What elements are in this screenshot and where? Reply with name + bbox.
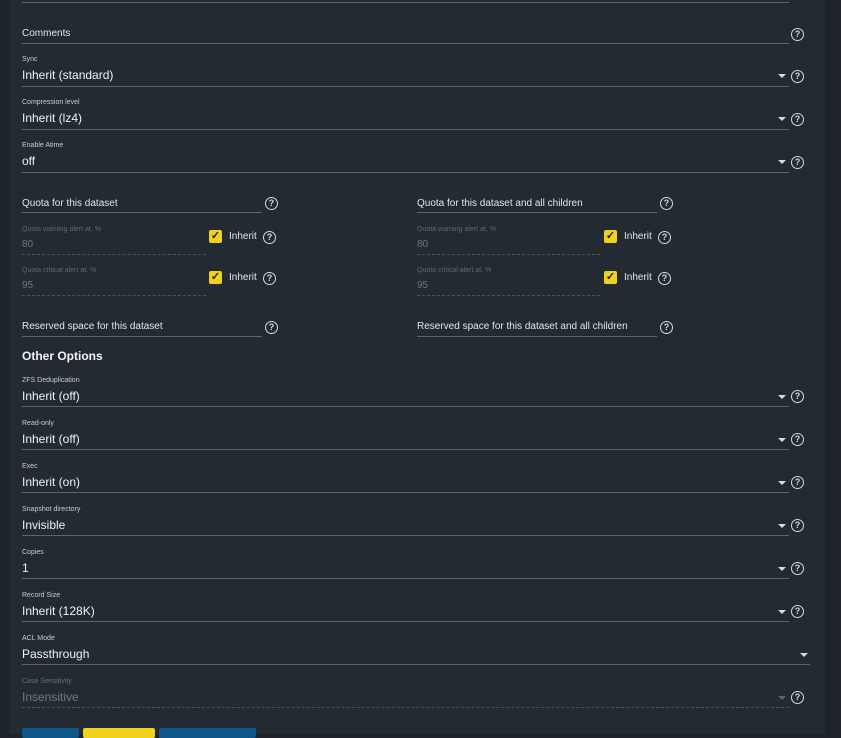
readonly-underline bbox=[22, 449, 789, 450]
dedup-label: ZFS Deduplication bbox=[22, 377, 80, 384]
sync-underline bbox=[22, 86, 789, 87]
help-icon[interactable]: ? bbox=[263, 231, 276, 244]
quota-dataset-label: Quota for this dataset bbox=[22, 198, 118, 209]
exec-label: Exec bbox=[22, 463, 38, 470]
help-icon[interactable]: ? bbox=[791, 433, 804, 446]
help-icon[interactable]: ? bbox=[791, 113, 804, 126]
reserved-children-input[interactable] bbox=[417, 336, 657, 337]
inherit-checkbox[interactable]: ✓ bbox=[604, 271, 617, 284]
aclmode-label: ACL Mode bbox=[22, 635, 55, 642]
casesens-select: Insensitive bbox=[22, 690, 79, 704]
exec-underline bbox=[22, 492, 789, 493]
quota-warning-label: Quota warning alert at, % bbox=[22, 226, 101, 233]
dedup-select[interactable]: Inherit (off) bbox=[22, 389, 80, 403]
reserved-children-label: Reserved space for this dataset and all … bbox=[417, 321, 628, 332]
previous-field-underline bbox=[22, 2, 789, 3]
help-icon[interactable]: ? bbox=[658, 231, 671, 244]
recordsize-label: Record Size bbox=[22, 592, 61, 599]
help-icon[interactable]: ? bbox=[660, 321, 673, 334]
save-button[interactable] bbox=[22, 728, 79, 738]
help-icon[interactable]: ? bbox=[791, 605, 804, 618]
quota-warning-input[interactable]: 80 bbox=[22, 239, 33, 250]
inherit-label: Inherit bbox=[229, 231, 257, 242]
snapdir-select[interactable]: Invisible bbox=[22, 518, 65, 532]
quota-children-critical-underline bbox=[417, 295, 600, 296]
help-icon[interactable]: ? bbox=[660, 197, 673, 210]
advanced-mode-button[interactable] bbox=[159, 728, 256, 738]
other-options-heading: Other Options bbox=[22, 349, 103, 363]
comments-label: Comments bbox=[22, 28, 71, 39]
quota-dataset-input[interactable] bbox=[22, 212, 262, 213]
help-icon[interactable]: ? bbox=[791, 156, 804, 169]
copies-select[interactable]: 1 bbox=[22, 561, 29, 575]
help-icon[interactable]: ? bbox=[263, 272, 276, 285]
chevron-down-icon[interactable] bbox=[778, 610, 786, 614]
snapdir-label: Snapshot directory bbox=[22, 506, 81, 513]
chevron-down-icon[interactable] bbox=[778, 438, 786, 442]
help-icon[interactable]: ? bbox=[265, 197, 278, 210]
quota-warning-underline bbox=[22, 254, 206, 255]
quota-children-warning-underline bbox=[417, 254, 600, 255]
aclmode-select[interactable]: Passthrough bbox=[22, 647, 89, 661]
chevron-down-icon[interactable] bbox=[778, 117, 786, 121]
inherit-checkbox[interactable]: ✓ bbox=[604, 230, 617, 243]
snapdir-underline bbox=[22, 535, 789, 536]
comments-input[interactable] bbox=[22, 43, 789, 44]
chevron-down-icon[interactable] bbox=[778, 567, 786, 571]
compression-label: Compression level bbox=[22, 99, 80, 106]
atime-label: Enable Atime bbox=[22, 142, 64, 149]
help-icon[interactable]: ? bbox=[791, 70, 804, 83]
readonly-select[interactable]: Inherit (off) bbox=[22, 432, 80, 446]
quota-children-critical-label: Quota critical alert at, % bbox=[417, 267, 492, 274]
quota-children-input[interactable] bbox=[417, 212, 657, 213]
quota-critical-input[interactable]: 95 bbox=[22, 280, 33, 291]
dedup-underline bbox=[22, 406, 789, 407]
help-icon[interactable]: ? bbox=[791, 519, 804, 532]
help-icon[interactable]: ? bbox=[791, 691, 804, 704]
form-panel: Comments ? Sync Inherit (standard) ? Com… bbox=[9, 0, 825, 738]
quota-children-warning-input[interactable]: 80 bbox=[417, 239, 428, 250]
cancel-button[interactable] bbox=[83, 728, 155, 738]
casesens-label: Case Sensitivity bbox=[22, 678, 72, 685]
quota-children-warning-label: Quota warning alert at, % bbox=[417, 226, 496, 233]
atime-select[interactable]: off bbox=[22, 154, 35, 168]
chevron-down-icon[interactable] bbox=[778, 160, 786, 164]
inherit-checkbox[interactable]: ✓ bbox=[209, 271, 222, 284]
help-icon[interactable]: ? bbox=[791, 562, 804, 575]
inherit-label: Inherit bbox=[229, 272, 257, 283]
help-icon[interactable]: ? bbox=[791, 390, 804, 403]
inherit-label: Inherit bbox=[624, 272, 652, 283]
compression-underline bbox=[22, 129, 789, 130]
chevron-down-icon[interactable] bbox=[778, 395, 786, 399]
recordsize-select[interactable]: Inherit (128K) bbox=[22, 604, 95, 618]
reserved-dataset-input[interactable] bbox=[22, 336, 262, 337]
inherit-checkbox[interactable]: ✓ bbox=[209, 230, 222, 243]
inherit-label: Inherit bbox=[624, 231, 652, 242]
help-icon[interactable]: ? bbox=[791, 476, 804, 489]
casesens-underline bbox=[22, 707, 789, 708]
aclmode-underline bbox=[22, 664, 810, 665]
copies-label: Copies bbox=[22, 549, 44, 556]
atime-underline bbox=[22, 172, 789, 173]
quota-children-critical-input[interactable]: 95 bbox=[417, 280, 428, 291]
sync-select[interactable]: Inherit (standard) bbox=[22, 68, 113, 82]
readonly-label: Read-only bbox=[22, 420, 54, 427]
help-icon[interactable]: ? bbox=[658, 272, 671, 285]
exec-select[interactable]: Inherit (on) bbox=[22, 475, 80, 489]
chevron-down-icon[interactable] bbox=[778, 481, 786, 485]
quota-children-label: Quota for this dataset and all children bbox=[417, 198, 583, 209]
chevron-down-icon[interactable] bbox=[800, 653, 808, 657]
reserved-dataset-label: Reserved space for this dataset bbox=[22, 321, 163, 332]
chevron-down-icon bbox=[778, 696, 786, 700]
help-icon[interactable]: ? bbox=[265, 321, 278, 334]
chevron-down-icon[interactable] bbox=[778, 74, 786, 78]
copies-underline bbox=[22, 578, 789, 579]
quota-critical-label: Quota critical alert at, % bbox=[22, 267, 97, 274]
help-icon[interactable]: ? bbox=[791, 28, 804, 41]
quota-critical-underline bbox=[22, 295, 206, 296]
sync-label: Sync bbox=[22, 56, 38, 63]
compression-select[interactable]: Inherit (lz4) bbox=[22, 111, 82, 125]
chevron-down-icon[interactable] bbox=[778, 524, 786, 528]
recordsize-underline bbox=[22, 621, 789, 622]
